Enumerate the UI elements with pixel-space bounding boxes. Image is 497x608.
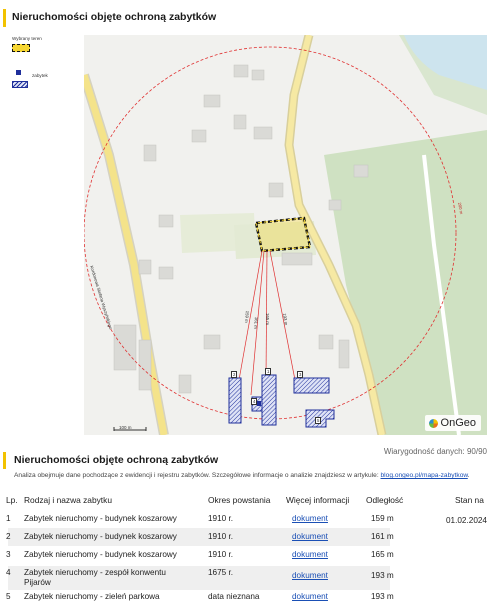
- row-lp: 5: [6, 592, 11, 601]
- table-row: 5 Zabytek nieruchomy - zieleń parkowa da…: [0, 590, 497, 606]
- col-period: Okres powstania: [208, 495, 271, 505]
- row-distance: 161 m: [371, 532, 394, 541]
- row-distance: 193 m: [371, 571, 394, 580]
- monument-area-swatch: [12, 81, 28, 88]
- section-accent-bar: [3, 452, 6, 469]
- document-link[interactable]: dokument: [292, 571, 328, 580]
- selected-area-swatch: [12, 44, 30, 52]
- marker-label-5: 5: [315, 417, 322, 424]
- marker-label-1: 1: [265, 368, 272, 375]
- monument-point: [257, 401, 261, 406]
- row-period: 1910 r.: [208, 532, 234, 541]
- row-period: 1675 r.: [208, 568, 234, 577]
- row-name: Zabytek nieruchomy - budynek koszarowy: [24, 514, 177, 523]
- map-view[interactable]: Kordonowa Stefana Wyszyńskiego 200 m 159…: [84, 35, 487, 435]
- ongeo-logo-text: OnGeo: [440, 417, 476, 429]
- marker-label-3: 3: [297, 371, 304, 378]
- blog-link[interactable]: blog.ongeo.pl/mapa-zabytkow: [381, 472, 468, 479]
- map-canvas: [84, 35, 487, 435]
- row-name: Zabytek nieruchomy - zieleń parkowa: [24, 592, 160, 601]
- row-lp: 1: [6, 514, 11, 523]
- table-row: 2 Zabytek nieruchomy - budynek koszarowy…: [0, 528, 497, 546]
- marker-label-2: 2: [231, 371, 238, 378]
- document-link[interactable]: dokument: [292, 592, 328, 601]
- analysis-note-end: .: [467, 472, 470, 479]
- row-lp: 4: [6, 568, 11, 577]
- data-reliability: Wiarygodność danych: 90/90: [383, 447, 487, 456]
- row-lp: 3: [6, 550, 11, 559]
- row-distance: 193 m: [371, 592, 394, 601]
- page-title: Nieruchomości objęte ochroną zabytków: [12, 11, 217, 23]
- table-row: 3 Zabytek nieruchomy - budynek koszarowy…: [0, 546, 497, 564]
- section-title: Nieruchomości objęte ochroną zabytków: [14, 454, 219, 466]
- col-distance: Odległość: [366, 495, 404, 505]
- col-name: Rodzaj i nazwa zabytku: [24, 495, 112, 505]
- selected-area[interactable]: [254, 216, 312, 253]
- table-row: 4 Zabytek nieruchomy - zespół konwentu P…: [0, 566, 497, 590]
- row-name: Zabytek nieruchomy - budynek koszarowy: [24, 532, 177, 541]
- title-accent-bar: [3, 9, 6, 27]
- analysis-note: Analiza obejmuje dane pochodzące z ewide…: [14, 472, 490, 481]
- marker-label-4: 4: [251, 398, 258, 405]
- row-name: Zabytek nieruchomy - zespół konwentu: [24, 568, 166, 577]
- distance-label-2: 161 m: [253, 316, 259, 329]
- document-link[interactable]: dokument: [292, 550, 328, 559]
- table-row: 1 Zabytek nieruchomy - budynek koszarowy…: [0, 510, 497, 528]
- row-period: 1910 r.: [208, 514, 234, 523]
- state-date: 01.02.2024: [446, 516, 487, 525]
- col-more: Więcej informacji: [286, 495, 350, 505]
- row-lp: 2: [6, 532, 11, 541]
- monument-point-swatch: [16, 70, 21, 75]
- col-lp: Lp.: [6, 495, 18, 505]
- ongeo-logo-icon: [428, 418, 438, 428]
- document-link[interactable]: dokument: [292, 514, 328, 523]
- forest-area: [324, 130, 487, 435]
- row-name-continued: Pijarów: [24, 578, 51, 587]
- document-link[interactable]: dokument: [292, 532, 328, 541]
- ongeo-logo: OnGeo: [424, 415, 481, 431]
- row-period: 1910 r.: [208, 550, 234, 559]
- row-distance: 165 m: [371, 550, 394, 559]
- scale-label: 100 m: [119, 425, 132, 430]
- row-name: Zabytek nieruchomy - budynek koszarowy: [24, 550, 177, 559]
- row-distance: 159 m: [371, 514, 394, 523]
- legend-monument-label: zabytek: [32, 73, 48, 78]
- analysis-note-text: Analiza obejmuje dane pochodzące z ewide…: [14, 472, 381, 479]
- col-state: Stan na: [455, 495, 484, 505]
- distance-label-3: 165 m: [265, 313, 270, 325]
- distance-label-1: 159 m: [243, 310, 250, 323]
- table-header: Lp. Rodzaj i nazwa zabytku Okres powstan…: [0, 495, 497, 509]
- row-period: data nieznana: [208, 592, 260, 601]
- legend-selected-label: Wybrany teren: [12, 36, 42, 41]
